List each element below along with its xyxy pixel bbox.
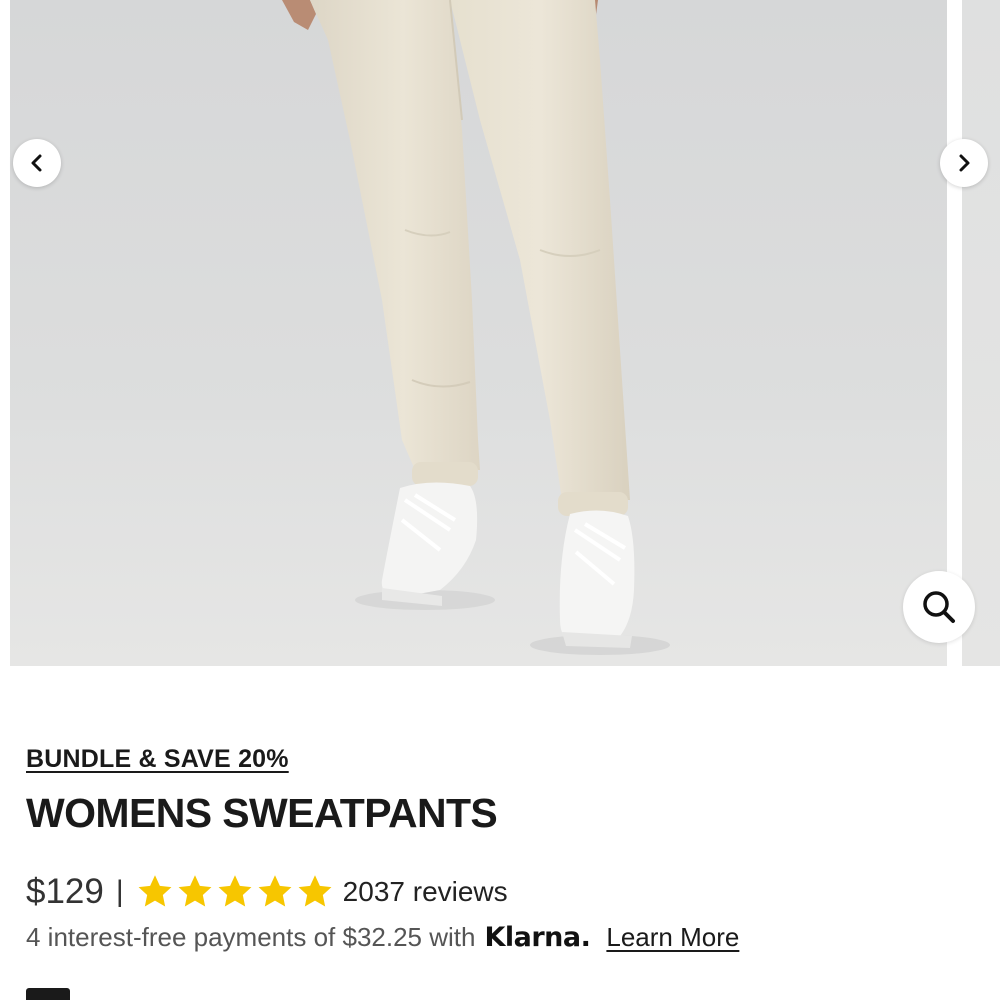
product-page: BUNDLE & SAVE 20% WOMENS SWEATPANTS $129…: [0, 0, 1000, 1000]
price-divider: |: [115, 875, 124, 908]
chevron-left-icon: [31, 154, 42, 172]
klarna-logo: Klarna.: [484, 922, 591, 953]
bundle-promo-link[interactable]: BUNDLE & SAVE 20%: [26, 745, 289, 774]
star-icon: [216, 874, 254, 910]
star-icon: [176, 874, 214, 910]
star-rating[interactable]: [136, 874, 334, 910]
installments-text: 4 interest-free payments of $32.25 with: [26, 922, 476, 952]
price-rating-row: $129 | 2037 reviews: [26, 870, 508, 914]
product-gallery: [0, 0, 1000, 666]
magnifier-icon: [923, 591, 955, 623]
next-section-heading-peek: [26, 988, 86, 1000]
reviews-count-link[interactable]: 2037 reviews: [343, 876, 508, 908]
learn-more-link[interactable]: Learn More: [606, 922, 739, 953]
product-price: $129: [26, 872, 104, 911]
zoom-button[interactable]: [903, 571, 975, 643]
klarna-installments: 4 interest-free payments of $32.25 with …: [26, 922, 739, 953]
star-icon: [296, 874, 334, 910]
gallery-prev-button[interactable]: [13, 139, 61, 187]
gallery-next-button[interactable]: [940, 139, 988, 187]
chevron-right-icon: [959, 154, 970, 172]
product-image[interactable]: [10, 0, 947, 666]
next-slide-peek[interactable]: [962, 0, 1000, 666]
product-title: WOMENS SWEATPANTS: [26, 790, 498, 836]
star-icon: [136, 874, 174, 910]
star-icon: [256, 874, 294, 910]
